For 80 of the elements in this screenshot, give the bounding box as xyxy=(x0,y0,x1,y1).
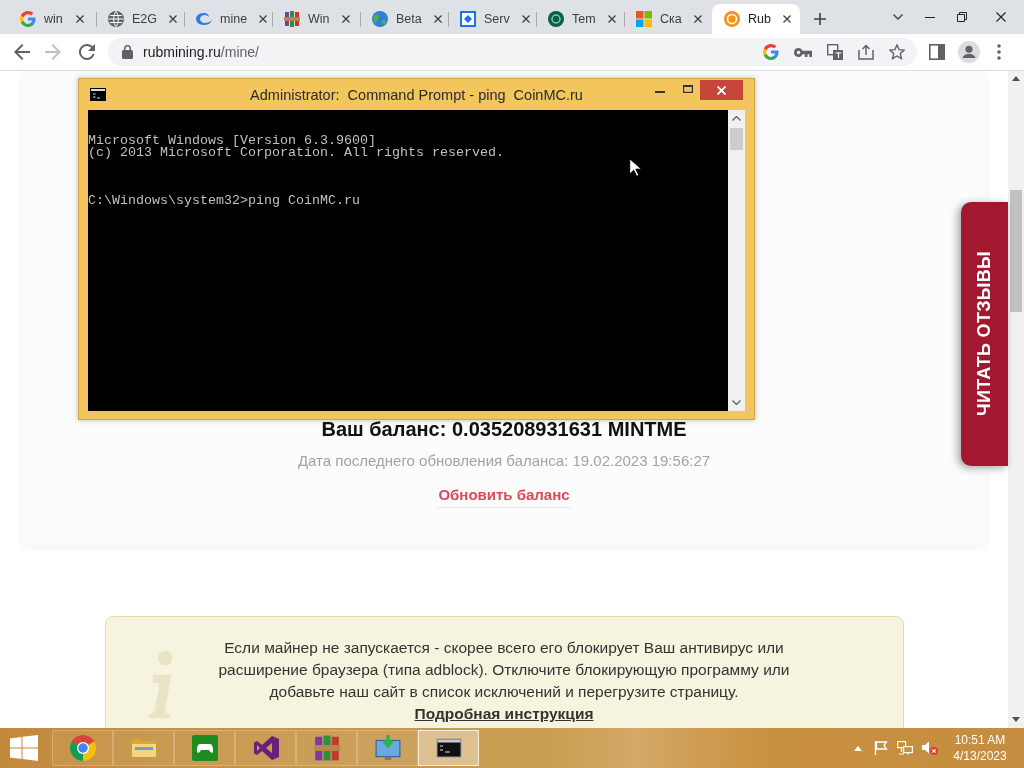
scrollbar-thumb[interactable] xyxy=(1010,190,1022,312)
browser-tab[interactable]: E2G xyxy=(96,4,184,34)
reload-icon[interactable] xyxy=(79,44,95,60)
g-letter-icon[interactable] xyxy=(763,44,779,60)
four-squares-icon xyxy=(636,11,652,27)
scrollbar-thumb[interactable] xyxy=(730,128,743,150)
close-icon[interactable] xyxy=(607,15,616,23)
browser-logo-icon xyxy=(69,735,96,761)
chevron-down-icon[interactable] xyxy=(893,14,903,20)
browser-tab[interactable]: Rub xyxy=(712,4,800,34)
flag-icon[interactable] xyxy=(874,741,888,755)
balance-updated-text: Дата последнего обновления баланса: 19.02.2023 19:56:27 xyxy=(297,451,711,471)
restore-icon[interactable] xyxy=(957,12,967,22)
menu-icon[interactable] xyxy=(997,44,1001,60)
close-icon[interactable] xyxy=(996,12,1006,22)
g-letter-icon xyxy=(20,11,36,27)
console-icon xyxy=(435,735,462,761)
windows-logo-icon[interactable] xyxy=(10,735,38,761)
ribbon-logo-icon xyxy=(252,735,279,761)
plus-icon[interactable] xyxy=(814,13,826,25)
profile-icon[interactable] xyxy=(958,41,980,63)
close-icon[interactable] xyxy=(693,15,702,23)
translate-icon[interactable] xyxy=(827,44,843,60)
balance-text: Ваш баланс: 0.035208931631 MINTME xyxy=(321,417,687,442)
refresh-balance-link[interactable]: Обновить баланс xyxy=(438,485,570,508)
lock-icon[interactable] xyxy=(122,45,133,59)
chevron-up-icon[interactable] xyxy=(854,745,862,751)
books-icon xyxy=(284,11,300,27)
scroll-up-icon[interactable] xyxy=(732,116,741,121)
window-title: Administrator: Command Prompt - ping CoinMC.ru xyxy=(250,86,583,103)
back-arrow-icon[interactable] xyxy=(14,44,30,60)
console-line: C:\Windows\system32>ping CoinMC.ru xyxy=(88,195,361,207)
share-icon[interactable] xyxy=(858,44,874,60)
browser-tab[interactable]: mine xyxy=(184,4,272,34)
books-icon xyxy=(313,735,340,761)
monitor-arrow-icon xyxy=(374,735,401,761)
close-icon[interactable] xyxy=(782,15,791,23)
address-bar[interactable]: rubmining.ru/mine/ xyxy=(108,38,917,66)
scrollbar[interactable] xyxy=(1008,71,1024,728)
close-icon[interactable] xyxy=(76,15,84,23)
minimize-icon[interactable] xyxy=(925,16,935,18)
scroll-up-icon[interactable] xyxy=(1012,76,1020,81)
browser-tab[interactable]: win xyxy=(8,4,96,34)
scroll-down-icon[interactable] xyxy=(1012,717,1020,722)
disc-icon xyxy=(548,11,564,27)
globe-icon xyxy=(108,11,124,27)
close-icon[interactable] xyxy=(521,15,530,23)
taskbar-button[interactable] xyxy=(418,730,479,766)
console-icon xyxy=(90,88,106,101)
earth-icon xyxy=(372,11,388,27)
close-icon[interactable] xyxy=(259,15,268,23)
read-reviews-tab[interactable]: ЧИТАТЬ ОТЗЫВЫ xyxy=(961,202,1008,466)
scrollbar[interactable] xyxy=(728,110,745,411)
framed-square-icon xyxy=(460,11,476,27)
browser-tab[interactable]: Beta xyxy=(360,4,448,34)
instructions-link[interactable]: Подробная инструкция xyxy=(414,703,594,725)
console-line: (c) 2013 Microsoft Corporation. All rights reserved. xyxy=(88,147,505,159)
maximize-icon[interactable] xyxy=(683,85,693,93)
close-button[interactable] xyxy=(700,80,743,100)
star-icon[interactable] xyxy=(889,44,905,60)
network-icon[interactable] xyxy=(897,741,913,755)
scroll-down-icon[interactable] xyxy=(732,400,741,405)
clock-date: 4/13/2023 xyxy=(953,748,1007,764)
close-icon[interactable] xyxy=(169,15,177,23)
close-icon[interactable] xyxy=(433,15,442,23)
speaker-icon[interactable] xyxy=(922,741,938,755)
notice-text: Если майнер не запускается - скорее всего его блокирует Ваш антивирус или расширение браузера (типа adblock). Отключите блокирующую программу или добавьте наш сайт в список исключений и перегрузите страницу. xyxy=(217,638,791,702)
side-panel-icon[interactable] xyxy=(929,44,945,60)
mouse-pointer-icon xyxy=(629,158,642,177)
gamepad-icon xyxy=(191,735,218,761)
browser-tab[interactable]: Win xyxy=(272,4,360,34)
key-icon[interactable] xyxy=(794,47,812,57)
close-icon[interactable] xyxy=(341,15,350,23)
console-line: Microsoft Windows [Version 6.3.9600] xyxy=(88,135,377,147)
coin-icon xyxy=(724,11,740,27)
swirl-icon xyxy=(196,11,212,27)
clock-time: 10:51 AM xyxy=(954,732,1006,748)
browser-tab[interactable]: Ска xyxy=(624,4,712,34)
browser-tab[interactable]: Serv xyxy=(448,4,536,34)
browser-tab[interactable]: Tem xyxy=(536,4,624,34)
